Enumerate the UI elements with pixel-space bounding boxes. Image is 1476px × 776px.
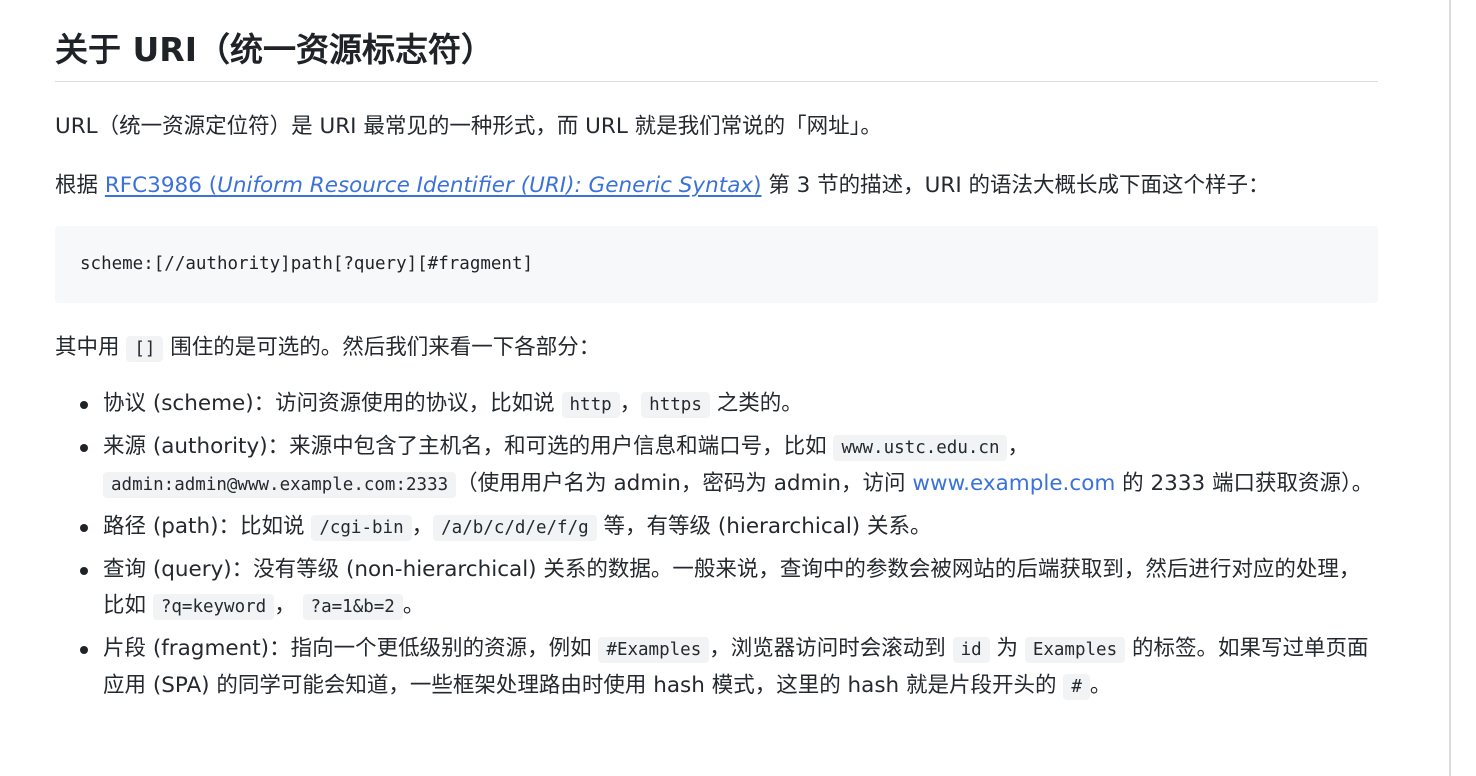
inline-code: /a/b/c/d/e/f/g bbox=[433, 515, 597, 541]
item-text: 片段 (fragment)：指向一个更低级别的资源，例如 bbox=[103, 636, 599, 661]
item-text: ， bbox=[411, 514, 434, 539]
item-text: ， bbox=[274, 593, 303, 618]
inline-code: www.ustc.edu.cn bbox=[833, 435, 1008, 461]
article-content: 关于 URI（统一资源标志符） URL（统一资源定位符）是 URI 最常见的一种… bbox=[55, 0, 1378, 711]
item-text: 为 bbox=[989, 636, 1025, 661]
intro-paragraph: URL（统一资源定位符）是 URI 最常见的一种形式，而 URL 就是我们常说的… bbox=[55, 109, 1378, 145]
bullet-icon bbox=[80, 444, 88, 452]
rfc-suffix: 第 3 节的描述，URI 的语法大概长成下面这个样子： bbox=[761, 173, 1270, 198]
bullet-icon bbox=[80, 401, 88, 409]
item-text: ， bbox=[1007, 434, 1029, 459]
example-com-link[interactable]: www.example.com bbox=[912, 471, 1115, 496]
item-text: （使用用户名为 admin，密码为 admin，访问 bbox=[456, 471, 913, 496]
inline-code: http bbox=[561, 392, 620, 418]
item-text: 。 bbox=[1089, 673, 1112, 698]
rfc-link-title: Uniform Resource Identifier (URI): Gener… bbox=[217, 173, 754, 198]
item-text: 协议 (scheme)：访问资源使用的协议，比如说 bbox=[103, 391, 562, 416]
inline-code: id bbox=[952, 637, 990, 663]
optional-after: 围住的是可选的。然后我们来看一下各部分： bbox=[163, 335, 601, 360]
item-text: 等，有等级 (hierarchical) 关系。 bbox=[596, 514, 932, 539]
item-text: ， bbox=[619, 391, 642, 416]
item-text: 的 2333 端口获取资源）。 bbox=[1115, 471, 1374, 496]
intro-text: URL（统一资源定位符）是 URI 最常见的一种形式，而 URL 就是我们常说的… bbox=[55, 114, 882, 139]
page-edge-divider bbox=[1449, 0, 1451, 776]
bullet-icon bbox=[80, 646, 88, 654]
uri-syntax-code-block: scheme:[//authority]path[?query][#fragme… bbox=[55, 226, 1378, 303]
inline-code: #Examples bbox=[598, 637, 710, 663]
inline-code: # bbox=[1063, 674, 1090, 700]
item-text: 来源 (authority)：来源中包含了主机名，和可选的用户信息和端口号，比如 bbox=[103, 434, 834, 459]
inline-code: /cgi-bin bbox=[311, 515, 412, 541]
rfc3986-link[interactable]: RFC3986 (Uniform Resource Identifier (UR… bbox=[105, 173, 762, 198]
rfc-link-close: ) bbox=[753, 173, 762, 198]
list-item-authority: 来源 (authority)：来源中包含了主机名，和可选的用户信息和端口号，比如… bbox=[80, 429, 1378, 503]
rfc-link-plain: RFC3986 ( bbox=[104, 173, 218, 198]
rfc-paragraph: 根据 RFC3986 (Uniform Resource Identifier … bbox=[55, 168, 1378, 204]
inline-code: ?q=keyword bbox=[152, 594, 275, 620]
item-text: 。 bbox=[402, 593, 425, 618]
bullet-icon bbox=[80, 567, 88, 575]
optional-paragraph: 其中用 [] 围住的是可选的。然后我们来看一下各部分： bbox=[55, 330, 1378, 367]
optional-before: 其中用 bbox=[55, 335, 127, 360]
inline-code: Examples bbox=[1024, 637, 1126, 663]
item-text: 之类的。 bbox=[709, 391, 803, 416]
bullet-icon bbox=[80, 524, 88, 532]
inline-code: admin:admin@www.example.com:2333 bbox=[103, 472, 457, 498]
inline-code: https bbox=[641, 392, 710, 418]
list-item-path: 路径 (path)：比如说 /cgi-bin，/a/b/c/d/e/f/g 等，… bbox=[80, 509, 1378, 546]
inline-code: ?a=1&b=2 bbox=[302, 594, 403, 620]
document-page: 关于 URI（统一资源标志符） URL（统一资源定位符）是 URI 最常见的一种… bbox=[0, 0, 1476, 776]
list-item-query: 查询 (query)：没有等级 (non-hierarchical) 关系的数据… bbox=[80, 552, 1378, 625]
section-heading: 关于 URI（统一资源标志符） bbox=[55, 0, 1378, 82]
uri-parts-list: 协议 (scheme)：访问资源使用的协议，比如说 http， https 之类的… bbox=[55, 386, 1378, 705]
list-item-scheme: 协议 (scheme)：访问资源使用的协议，比如说 http， https 之类的… bbox=[80, 386, 1378, 423]
rfc-prefix: 根据 bbox=[55, 173, 105, 198]
item-text: 路径 (path)：比如说 bbox=[103, 514, 312, 539]
list-item-fragment: 片段 (fragment)：指向一个更低级别的资源，例如 #Examples ，浏… bbox=[80, 631, 1378, 705]
inline-code: [] bbox=[126, 336, 164, 362]
item-text: ，浏览器访问时会滚动到 bbox=[709, 636, 953, 661]
